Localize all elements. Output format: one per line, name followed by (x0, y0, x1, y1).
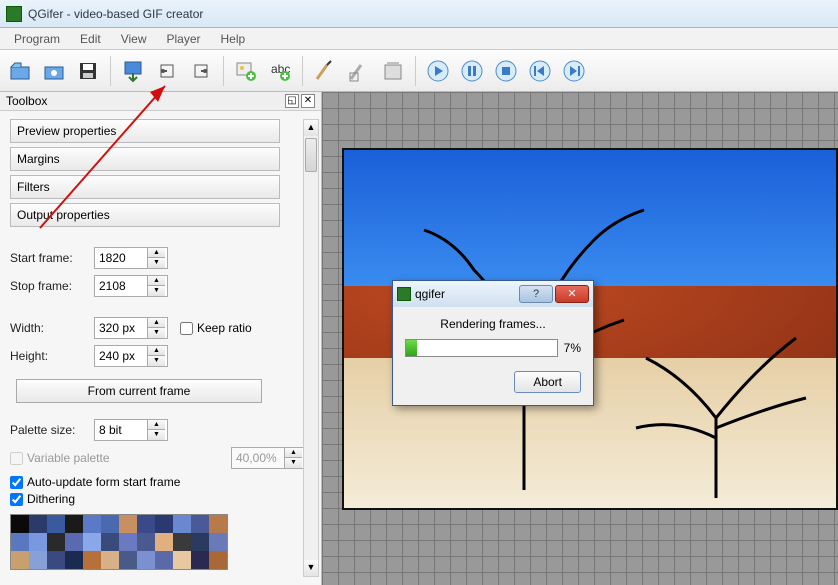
sidebar-scrollbar[interactable]: ▲ ▼ (303, 119, 319, 577)
menu-help[interactable]: Help (211, 30, 256, 48)
play-button[interactable] (422, 55, 454, 87)
titlebar: QGifer - video-based GIF creator (0, 0, 838, 28)
toolbox-close-icon[interactable]: ✕ (301, 94, 315, 108)
app-icon (6, 6, 22, 22)
toolbar: abc (0, 50, 838, 92)
progress-bar (405, 339, 558, 357)
render-dialog: qgifer ? ✕ Rendering frames... 7% Abort (392, 280, 594, 406)
start-frame-label: Start frame: (10, 251, 88, 265)
stop-button[interactable] (490, 55, 522, 87)
pause-button[interactable] (456, 55, 488, 87)
add-text-button[interactable]: abc (264, 55, 296, 87)
tree-silhouette-2 (616, 298, 816, 498)
menu-program[interactable]: Program (4, 30, 70, 48)
palette-size-input[interactable]: ▲▼ (94, 419, 168, 441)
menubar: Program Edit View Player Help (0, 28, 838, 50)
variable-palette-pct-input[interactable]: ▲▼ (231, 447, 311, 469)
stop-frame-input[interactable]: ▲▼ (94, 275, 168, 297)
toolbox-panel: Toolbox ◱ ✕ Preview properties Margins F… (0, 92, 322, 585)
export-gif-button[interactable] (117, 55, 149, 87)
section-margins[interactable]: Margins (10, 147, 280, 171)
filter-a-button[interactable] (309, 55, 341, 87)
dithering-checkbox[interactable] (10, 493, 23, 506)
dialog-app-icon (397, 287, 411, 301)
palette-swatches[interactable] (10, 514, 228, 570)
next-frame-button[interactable] (558, 55, 590, 87)
dialog-help-button[interactable]: ? (519, 285, 553, 303)
palette-size-label: Palette size: (10, 423, 88, 437)
menu-edit[interactable]: Edit (70, 30, 111, 48)
toolbox-float-icon[interactable]: ◱ (285, 94, 299, 108)
keep-ratio-label: Keep ratio (197, 321, 252, 335)
add-image-button[interactable] (230, 55, 262, 87)
width-label: Width: (10, 321, 88, 335)
toolbox-title: Toolbox (6, 94, 283, 108)
section-filters[interactable]: Filters (10, 175, 280, 199)
dialog-close-button[interactable]: ✕ (555, 285, 589, 303)
set-stop-button[interactable] (185, 55, 217, 87)
dithering-label: Dithering (27, 492, 75, 506)
auto-update-checkbox[interactable] (10, 476, 23, 489)
from-current-frame-button[interactable]: From current frame (16, 379, 262, 403)
start-frame-input[interactable]: ▲▼ (94, 247, 168, 269)
dialog-status: Rendering frames... (405, 317, 581, 331)
abort-button[interactable]: Abort (514, 371, 581, 393)
width-input[interactable]: ▲▼ (94, 317, 168, 339)
variable-palette-label: Variable palette (27, 451, 110, 465)
keep-ratio-checkbox[interactable] (180, 322, 193, 335)
variable-palette-checkbox[interactable] (10, 452, 23, 465)
menu-player[interactable]: Player (157, 30, 211, 48)
height-input[interactable]: ▲▼ (94, 345, 168, 367)
section-output[interactable]: Output properties (10, 203, 280, 227)
window-title: QGifer - video-based GIF creator (28, 7, 203, 21)
progress-percent: 7% (564, 341, 581, 355)
auto-update-label: Auto-update form start frame (27, 475, 180, 489)
dialog-title: qgifer (415, 287, 517, 301)
filter-b-button[interactable] (343, 55, 375, 87)
section-preview[interactable]: Preview properties (10, 119, 280, 143)
open-project-button[interactable] (38, 55, 70, 87)
save-button[interactable] (72, 55, 104, 87)
stop-frame-label: Stop frame: (10, 279, 88, 293)
height-label: Height: (10, 349, 88, 363)
filter-c-button[interactable] (377, 55, 409, 87)
set-start-button[interactable] (151, 55, 183, 87)
open-video-button[interactable] (4, 55, 36, 87)
menu-view[interactable]: View (111, 30, 157, 48)
prev-frame-button[interactable] (524, 55, 556, 87)
